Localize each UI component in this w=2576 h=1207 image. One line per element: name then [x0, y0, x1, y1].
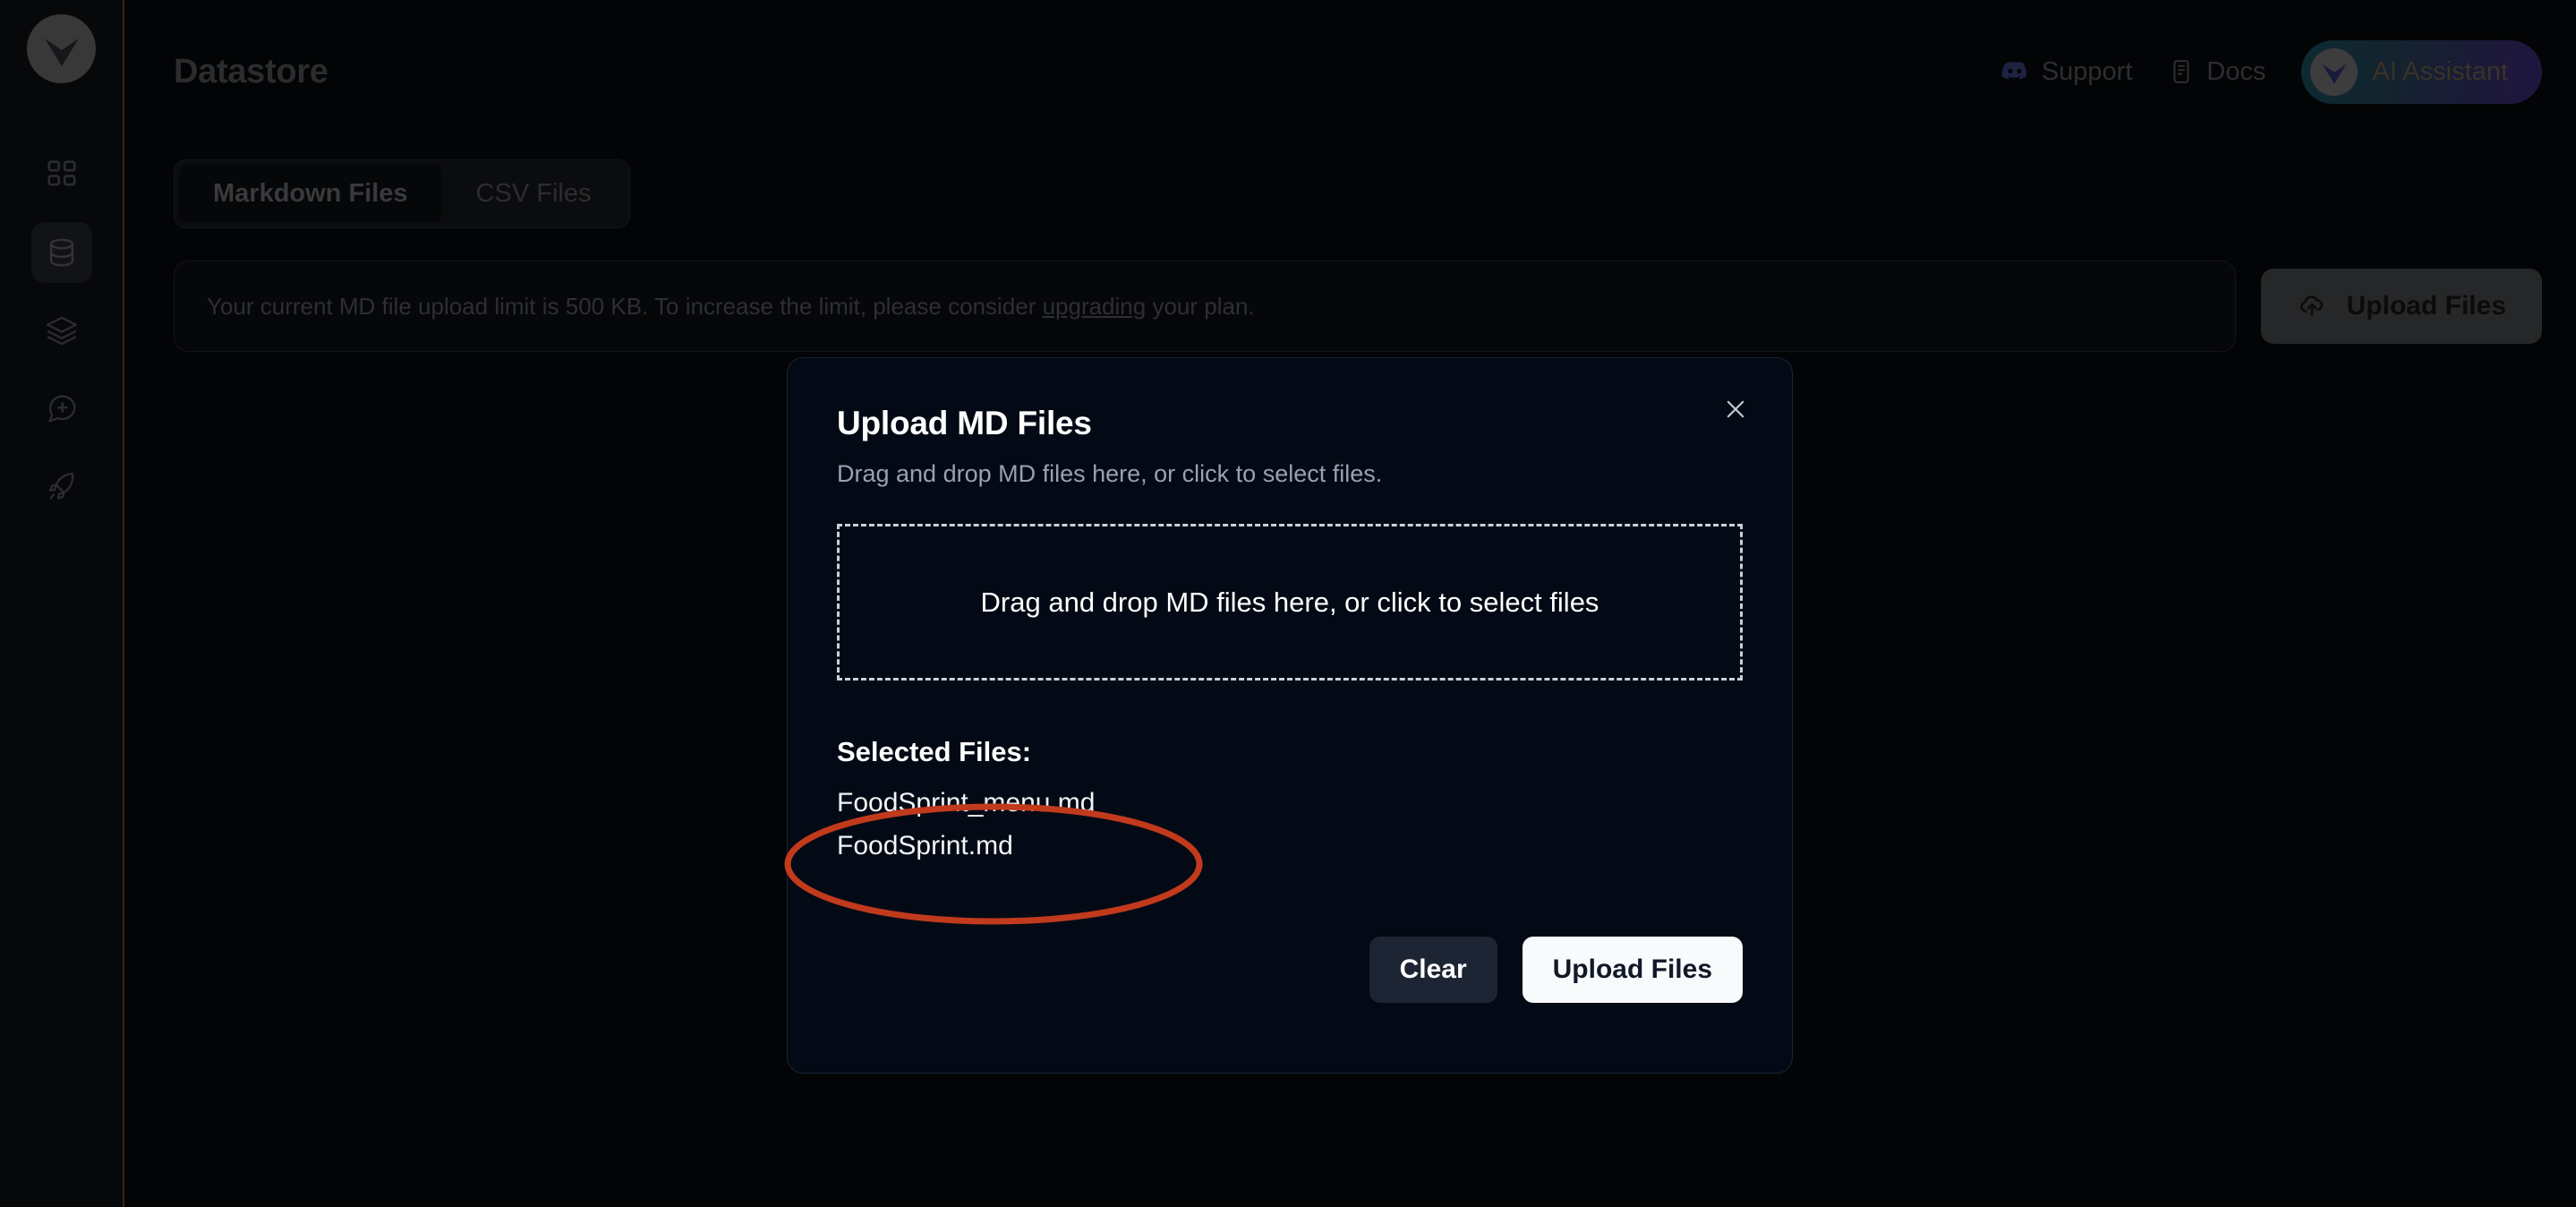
upload-files-button[interactable]: Upload Files [2260, 269, 2542, 345]
rocket-icon [45, 469, 79, 503]
upload-md-files-modal: Upload MD Files Drag and drop MD files h… [787, 357, 1793, 1074]
ai-assistant-label: AI Assistant [2372, 56, 2508, 86]
ai-assistant-button[interactable]: AI Assistant [2301, 39, 2542, 104]
sidebar-item-dashboard[interactable] [31, 144, 92, 205]
tab-csv-files[interactable]: CSV Files [442, 165, 626, 223]
selected-file-list: FoodSprint_menu.md FoodSprint.md [837, 788, 1743, 861]
notice-row: Your current MD file upload limit is 500… [174, 261, 2542, 353]
modal-upload-files-button[interactable]: Upload Files [1522, 937, 1743, 1003]
support-label: Support [2041, 56, 2133, 86]
tab-markdown-files[interactable]: Markdown Files [179, 165, 442, 223]
upgrade-link[interactable]: upgrading [1043, 293, 1147, 320]
page-header: Datastore Support Docs AI Assistant [124, 0, 2576, 143]
docs-link[interactable]: Docs [2168, 57, 2265, 87]
modal-subtitle: Drag and drop MD files here, or click to… [837, 460, 1383, 487]
file-dropzone[interactable]: Drag and drop MD files here, or click to… [837, 524, 1743, 681]
sidebar-item-deploy[interactable] [31, 456, 92, 517]
modal-title: Upload MD Files [837, 405, 1092, 441]
app-window: Datastore Support Docs AI Assistant Mark… [0, 0, 2576, 1207]
upload-limit-notice: Your current MD file upload limit is 500… [174, 261, 2236, 353]
database-icon [45, 235, 79, 270]
chat-plus-icon [45, 391, 79, 425]
dropzone-label: Drag and drop MD files here, or click to… [980, 586, 1599, 618]
sidebar [0, 0, 124, 1207]
list-item: FoodSprint.md [837, 831, 1013, 860]
modal-actions: Clear Upload Files [1369, 937, 1743, 1003]
sidebar-item-layers[interactable] [31, 300, 92, 361]
vector-logo-icon[interactable] [27, 14, 96, 83]
document-icon [2168, 58, 2195, 85]
sidebar-nav [30, 144, 92, 517]
close-icon[interactable] [1715, 389, 1756, 430]
page-title: Datastore [174, 52, 328, 90]
header-actions: Support Docs AI Assistant [2000, 39, 2542, 104]
file-type-tabs: Markdown Files CSV Files [174, 159, 631, 228]
grid-icon [45, 158, 79, 192]
cloud-upload-icon [2297, 291, 2327, 321]
discord-icon [2000, 56, 2030, 87]
clear-button[interactable]: Clear [1369, 937, 1497, 1003]
notice-prefix: Your current MD file upload limit is 500… [207, 293, 1043, 320]
docs-label: Docs [2206, 56, 2266, 86]
layers-icon [45, 313, 79, 347]
support-link[interactable]: Support [2000, 56, 2133, 87]
vector-logo-icon [2310, 47, 2358, 96]
notice-suffix: your plan. [1146, 293, 1255, 320]
upload-files-button-label: Upload Files [2346, 291, 2506, 321]
sidebar-item-new-chat[interactable] [31, 378, 92, 439]
selected-files-label: Selected Files: [837, 736, 1032, 767]
sidebar-item-datastore[interactable] [30, 222, 92, 283]
list-item: FoodSprint_menu.md [837, 788, 1096, 818]
